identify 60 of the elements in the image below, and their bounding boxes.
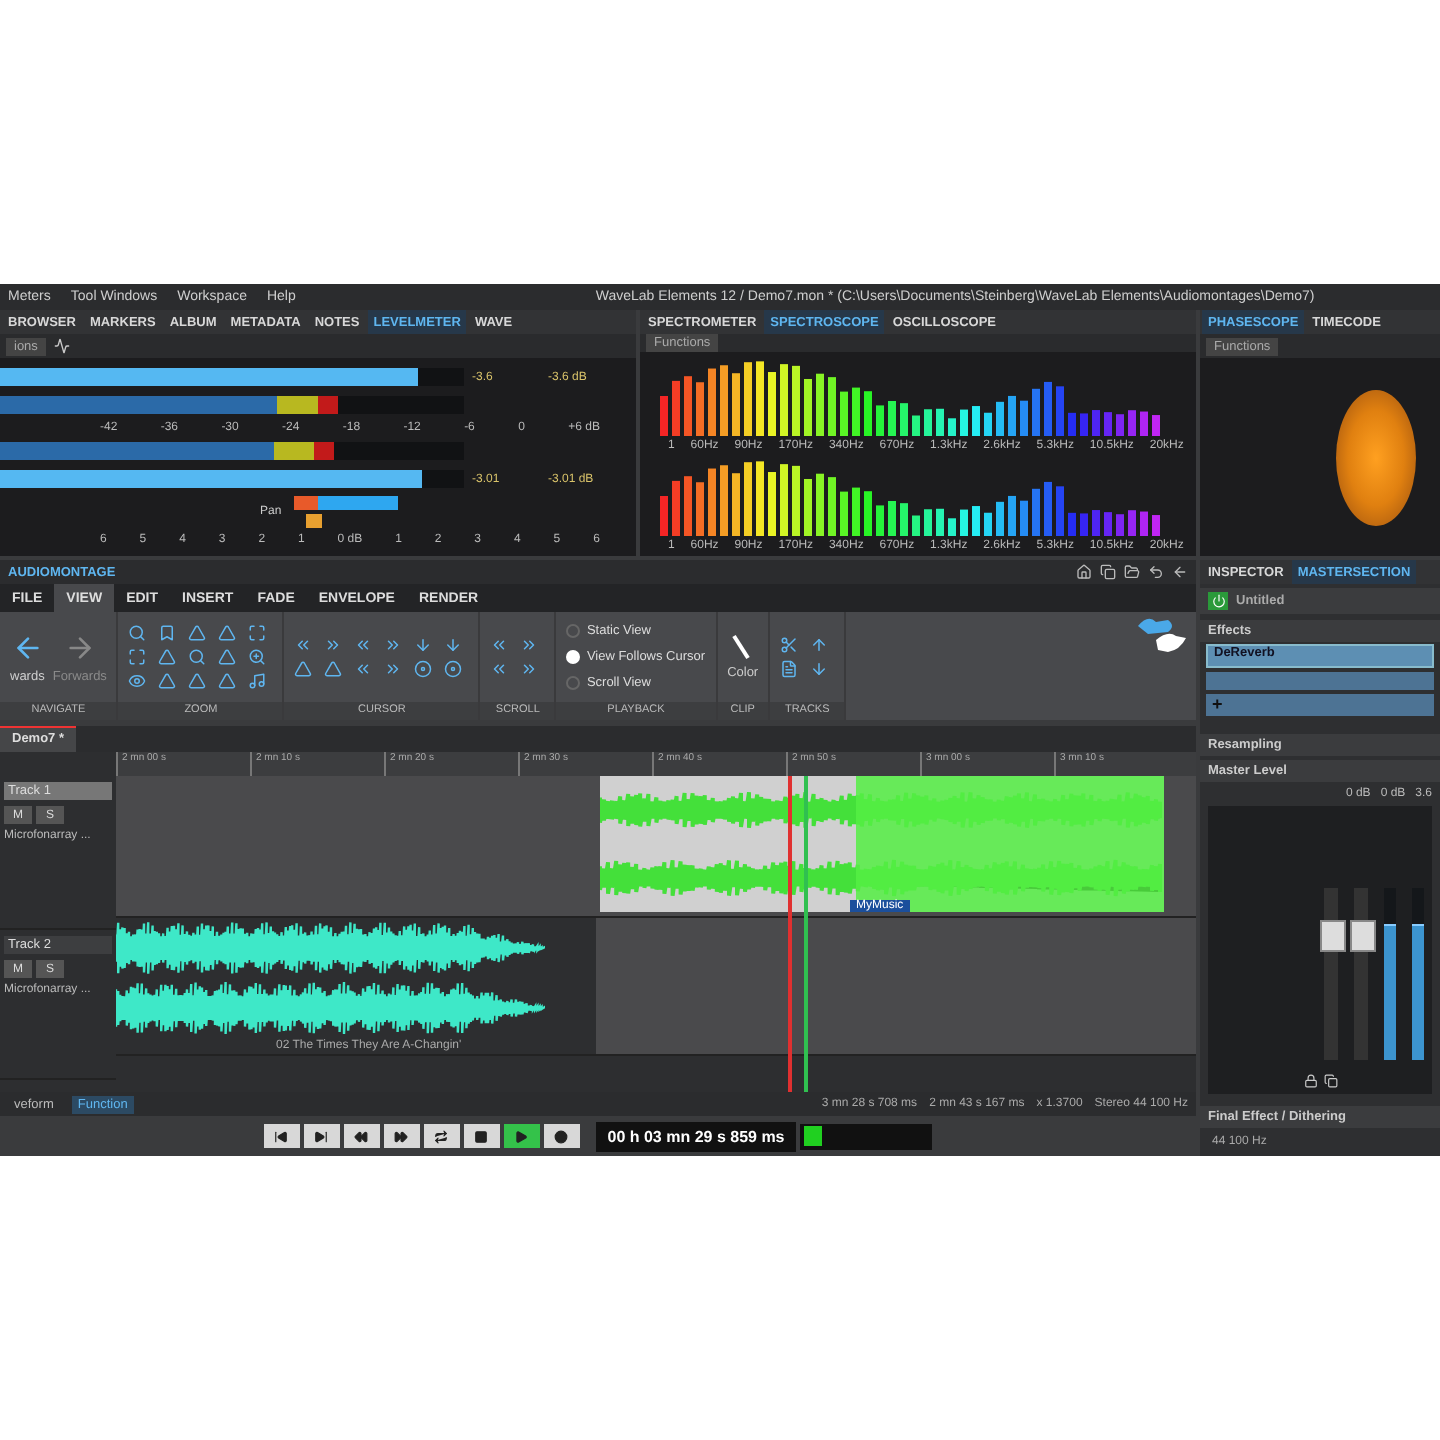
skip-forward-icon[interactable] — [384, 660, 403, 678]
skip-forward-icon[interactable] — [520, 660, 539, 678]
skip-back-icon — [274, 1129, 289, 1143]
transport-button[interactable] — [463, 1124, 500, 1148]
lock-icon[interactable] — [1303, 1074, 1317, 1088]
eye-icon[interactable] — [128, 672, 147, 690]
skip-forward-icon[interactable] — [324, 636, 343, 654]
fader-handle[interactable] — [1350, 920, 1376, 952]
arrow-up-icon[interactable] — [810, 636, 829, 654]
arrow-left-icon — [11, 631, 44, 663]
skip-forward-icon[interactable] — [384, 636, 403, 654]
copy-icon[interactable] — [1323, 1074, 1337, 1088]
record-icon — [554, 1129, 569, 1143]
skip-back-icon[interactable] — [354, 636, 373, 654]
skip-forward-icon — [314, 1129, 329, 1143]
skip-back-icon[interactable] — [294, 636, 313, 654]
pan-meter-drawing — [293, 496, 398, 528]
home-icon[interactable] — [1076, 564, 1092, 580]
arrow-down-icon[interactable] — [444, 636, 463, 654]
skip-back-icon[interactable] — [490, 660, 509, 678]
magnifier-icon[interactable] — [128, 624, 147, 642]
undo-icon[interactable] — [1148, 564, 1164, 580]
transport-button[interactable] — [543, 1124, 580, 1148]
transport-button[interactable] — [423, 1124, 460, 1148]
skip-forward-icon[interactable] — [520, 636, 539, 654]
fast-forward-icon — [394, 1129, 409, 1143]
disc-icon[interactable] — [444, 660, 463, 678]
bookmark-icon[interactable] — [158, 624, 177, 642]
copy-icon[interactable] — [1100, 564, 1116, 580]
add-effect-button[interactable]: + — [1206, 694, 1434, 716]
folder-icon[interactable] — [1124, 564, 1140, 580]
time-display: 00 h 03 mn 29 s 859 ms — [595, 1121, 797, 1151]
rewind-icon — [354, 1129, 369, 1143]
zoom-in-icon[interactable] — [248, 648, 267, 666]
fader-handle[interactable] — [1320, 920, 1346, 952]
level-meter-drawing — [800, 1123, 933, 1149]
magnifier-icon[interactable] — [188, 648, 207, 666]
arrow-down-icon[interactable] — [810, 660, 829, 678]
transport-button[interactable] — [343, 1124, 380, 1148]
note-icon[interactable] — [248, 672, 267, 690]
transport-button[interactable] — [263, 1124, 300, 1148]
transport-button[interactable] — [303, 1124, 340, 1148]
scissors-icon[interactable] — [780, 636, 799, 654]
skip-back-icon[interactable] — [490, 636, 509, 654]
transport-button[interactable] — [503, 1124, 540, 1148]
play-icon — [514, 1129, 529, 1143]
disc-icon[interactable] — [414, 660, 433, 678]
frame-icon[interactable] — [128, 648, 147, 666]
power-button[interactable] — [1208, 592, 1228, 610]
frame-icon[interactable] — [248, 624, 267, 642]
transport-button[interactable] — [383, 1124, 420, 1148]
brush-icon — [732, 634, 753, 662]
phase-scatter-drawing — [1336, 389, 1416, 525]
pulse-icon[interactable] — [53, 338, 70, 354]
stop-icon — [474, 1129, 489, 1143]
loop-icon — [434, 1129, 449, 1143]
skip-back-icon[interactable] — [354, 660, 373, 678]
arrow-down-icon[interactable] — [414, 636, 433, 654]
power-icon — [1211, 594, 1225, 608]
arrow-left-icon[interactable] — [1172, 564, 1188, 580]
